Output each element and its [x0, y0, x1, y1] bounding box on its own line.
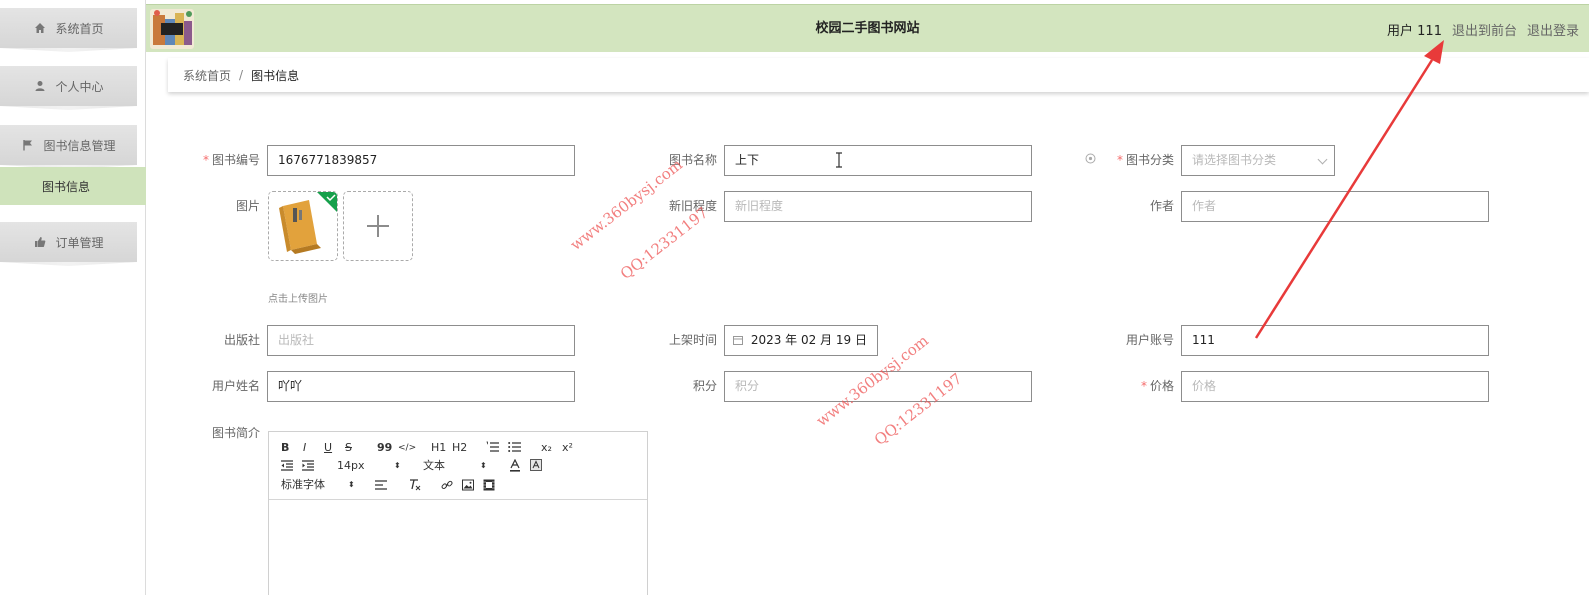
- annotation-arrow-icon: [1254, 40, 1444, 339]
- app-root: 系统首页 个人中心 图书信息管理 图书信息 订单管理 校园二手图书网站 用户 1…: [0, 0, 1589, 595]
